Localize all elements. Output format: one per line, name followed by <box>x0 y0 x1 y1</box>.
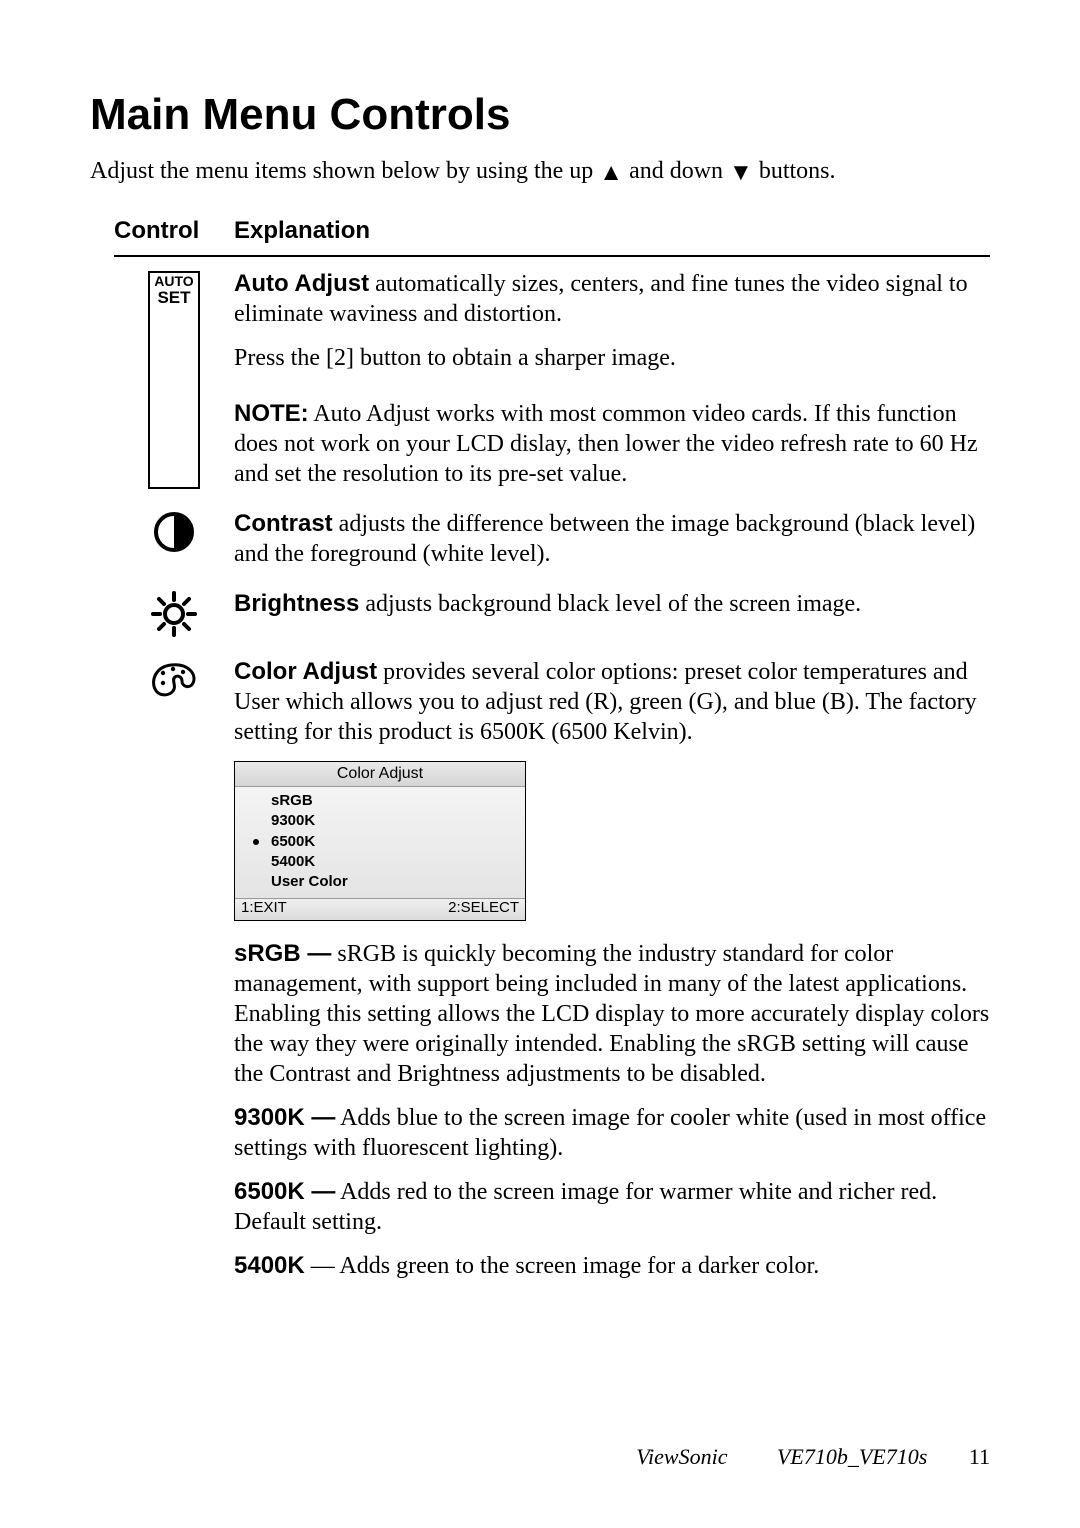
color-adjust-label: Color Adjust <box>234 658 377 685</box>
triangle-down-icon: ▼ <box>729 160 753 187</box>
osd-item-5400k: 5400K <box>235 852 525 872</box>
header-explanation: Explanation <box>234 217 990 245</box>
brightness-text: Brightness adjusts background black leve… <box>234 589 990 619</box>
table-headers: Control Explanation <box>114 217 990 245</box>
entry-auto-adjust: AUTO SET Auto Adjust automatically sizes… <box>114 269 990 489</box>
k9300-text: Adds blue to the screen image for cooler… <box>234 1105 986 1161</box>
contrast-text: Contrast adjusts the difference between … <box>234 509 990 569</box>
contrast-label: Contrast <box>234 510 333 537</box>
k6500-text: Adds red to the screen image for warmer … <box>234 1179 937 1235</box>
footer-page-number: 11 <box>969 1444 990 1469</box>
intro-mid: and down <box>623 158 729 184</box>
osd-select: 2:SELECT <box>448 899 519 918</box>
header-control: Control <box>114 217 234 245</box>
note-text: Auto Adjust works with most common video… <box>234 401 978 487</box>
osd-footer: 1:EXIT 2:SELECT <box>235 898 525 920</box>
brightness-desc: adjusts background black level of the sc… <box>359 591 861 617</box>
k6500-label: 6500K — <box>234 1178 335 1205</box>
document-page: Main Menu Controls Adjust the menu items… <box>0 0 1080 1528</box>
osd-exit: 1:EXIT <box>241 899 287 918</box>
auto-adjust-p2: Press the [2] button to obtain a sharper… <box>234 343 990 373</box>
auto-adjust-label: Auto Adjust <box>234 270 369 297</box>
auto-adjust-note: NOTE: Auto Adjust works with most common… <box>234 399 990 489</box>
osd-color-adjust-menu: Color Adjust sRGB 9300K 6500K 5400K User… <box>234 761 526 921</box>
k5400-text: Adds green to the screen image for a dar… <box>339 1253 819 1279</box>
osd-title: Color Adjust <box>235 762 525 787</box>
auto-set-icon: AUTO SET <box>148 271 199 489</box>
intro-post: buttons. <box>753 158 836 184</box>
entry-brightness: Brightness adjusts background black leve… <box>114 589 990 637</box>
contrast-icon <box>153 511 195 569</box>
osd-item-usercolor: User Color <box>235 872 525 892</box>
k9300-label: 9300K — <box>234 1104 335 1131</box>
osd-body: sRGB 9300K 6500K 5400K User Color <box>235 787 525 898</box>
entry-contrast: Contrast adjusts the difference between … <box>114 509 990 569</box>
triangle-up-icon: ▲ <box>599 160 623 187</box>
osd-item-9300k: 9300K <box>235 811 525 831</box>
k5400-para: 5400K — Adds green to the screen image f… <box>234 1251 990 1281</box>
autoset-line1: AUTO <box>154 274 193 289</box>
srgb-text: sRGB is quickly becoming the industry st… <box>234 941 989 1087</box>
osd-item-6500k: 6500K <box>235 832 525 852</box>
page-title: Main Menu Controls <box>90 90 990 140</box>
k5400-label: 5400K <box>234 1252 305 1279</box>
intro-pre: Adjust the menu items shown below by usi… <box>90 158 599 184</box>
footer-brand: ViewSonic <box>636 1444 727 1469</box>
osd-item-srgb: sRGB <box>235 791 525 811</box>
k5400-dash: — <box>305 1253 340 1279</box>
contrast-desc: adjusts the difference between the image… <box>234 511 975 567</box>
page-footer: ViewSonic VE710b_VE710s 11 <box>636 1444 990 1470</box>
entry-color-adjust: Color Adjust provides several color opti… <box>114 657 990 1281</box>
k6500-para: 6500K — Adds red to the screen image for… <box>234 1177 990 1237</box>
k9300-para: 9300K — Adds blue to the screen image fo… <box>234 1103 990 1163</box>
color-adjust-icon <box>149 659 199 1281</box>
intro-text: Adjust the menu items shown below by usi… <box>90 158 990 187</box>
srgb-label: sRGB — <box>234 940 331 967</box>
auto-adjust-p1: Auto Adjust automatically sizes, centers… <box>234 269 990 329</box>
autoset-line2: SET <box>154 289 193 308</box>
header-rule <box>114 255 990 257</box>
footer-model: VE710b_VE710s <box>777 1444 927 1469</box>
brightness-label: Brightness <box>234 590 359 617</box>
brightness-icon <box>151 591 197 637</box>
note-label: NOTE: <box>234 400 309 427</box>
srgb-para: sRGB — sRGB is quickly becoming the indu… <box>234 939 990 1089</box>
color-adjust-text: Color Adjust provides several color opti… <box>234 657 990 747</box>
